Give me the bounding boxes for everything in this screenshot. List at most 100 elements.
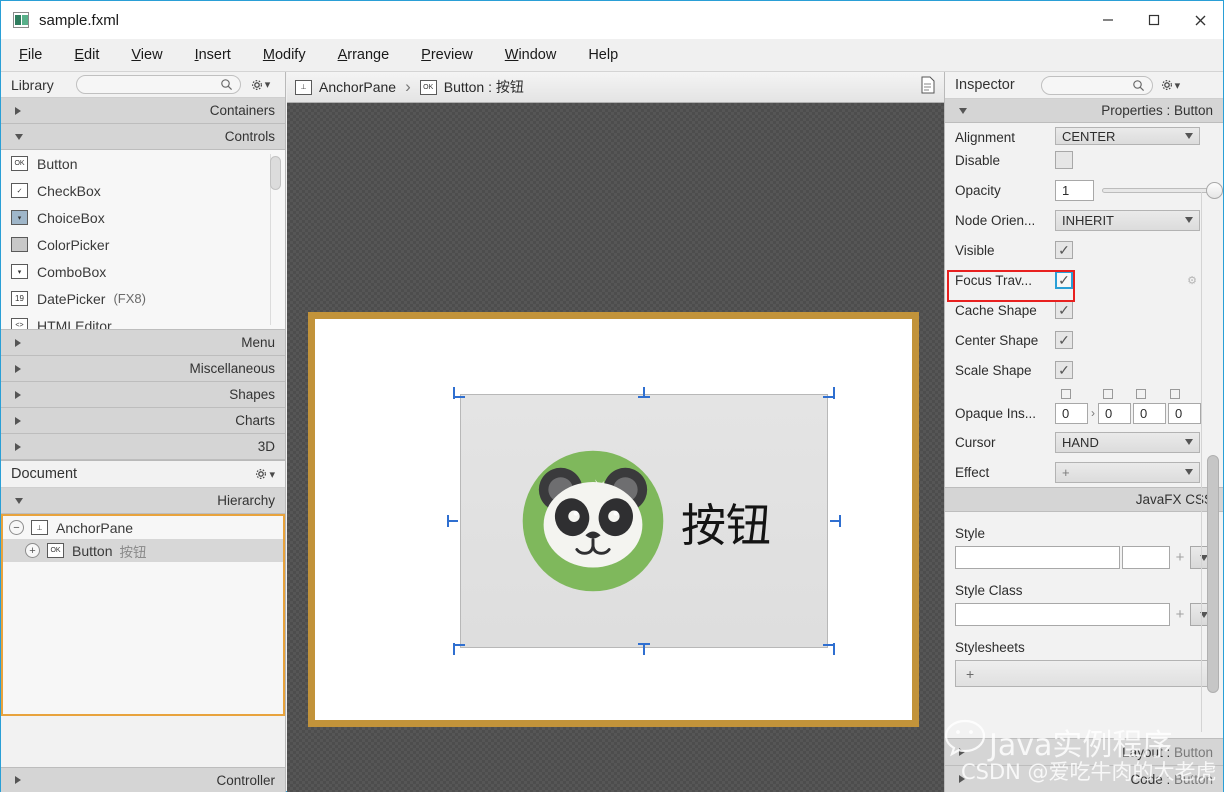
inspector-section-layout[interactable]: Layout : Button <box>945 738 1223 765</box>
close-icon[interactable] <box>1177 1 1223 39</box>
disable-checkbox[interactable] <box>1055 151 1073 169</box>
design-button[interactable]: 按钮 <box>460 394 828 648</box>
anchorpane-root[interactable]: 按钮 <box>308 312 919 727</box>
property-row-cursor: Cursor HAND <box>945 427 1223 457</box>
menu-help[interactable]: Help <box>574 43 632 67</box>
library-search-input[interactable] <box>75 75 241 94</box>
document-section-controller[interactable]: Controller <box>1 767 285 792</box>
library-item-combobox[interactable]: ▾ ComboBox <box>1 258 285 285</box>
opaque-inset-left-input[interactable]: 0 <box>1168 402 1201 424</box>
fxml-file-icon <box>13 12 29 28</box>
tree-row-button[interactable]: + OK Button 按钮 <box>3 539 283 562</box>
opaque-insets-checkboxes <box>945 385 1223 399</box>
inspector-properties-header[interactable]: Properties : Button <box>945 99 1223 123</box>
library-section-3d[interactable]: 3D <box>1 434 285 460</box>
focus-traversable-checkbox[interactable]: ✓ <box>1055 271 1073 289</box>
expand-icon[interactable]: + <box>25 543 40 558</box>
opaque-inset-right-checkbox[interactable] <box>1103 389 1113 399</box>
library-section-menu[interactable]: Menu <box>1 330 285 356</box>
opaque-inset-top-checkbox[interactable] <box>1061 389 1071 399</box>
inspector-search-input[interactable] <box>1040 75 1153 95</box>
library-item-button[interactable]: OK Button <box>1 150 285 177</box>
checkbox-icon: ✓ <box>11 183 28 198</box>
opaque-inset-bottom-input[interactable]: 0 <box>1133 402 1166 424</box>
library-scrollbar-thumb[interactable] <box>270 156 281 190</box>
inspector-scrollbar-thumb[interactable] <box>1207 455 1219 693</box>
breadcrumb-item-button[interactable]: OK Button : 按钮 <box>419 77 524 97</box>
selection-handle-mid-right[interactable] <box>829 515 841 527</box>
menu-modify[interactable]: Modify <box>249 43 320 67</box>
design-button-label: 按钮 <box>680 498 771 552</box>
properties-header-label: Properties : Button <box>1101 103 1213 118</box>
menu-edit[interactable]: Edit <box>60 43 113 67</box>
property-label-alignment: Alignment <box>955 130 1016 145</box>
library-section-shapes[interactable]: Shapes <box>1 382 285 408</box>
scale-shape-checkbox[interactable]: ✓ <box>1055 361 1073 379</box>
selection-handle-top-right[interactable] <box>823 387 835 399</box>
menu-window[interactable]: Window <box>491 43 571 67</box>
library-section-containers[interactable]: Containers <box>1 98 285 124</box>
property-label-effect: Effect <box>955 464 990 480</box>
inspector-section-code[interactable]: Code : Button <box>945 765 1223 792</box>
library-item-colorpicker[interactable]: ColorPicker <box>1 231 285 258</box>
stylesheets-add-button[interactable]: + <box>955 660 1213 687</box>
menu-view[interactable]: View <box>117 43 176 67</box>
property-label-center-shape: Center Shape <box>955 332 1039 348</box>
alignment-combobox[interactable]: CENTER <box>1055 127 1200 145</box>
menu-preview[interactable]: Preview <box>407 43 487 67</box>
document-icon[interactable] <box>920 76 936 99</box>
opacity-input[interactable]: 1 <box>1055 179 1094 201</box>
inspector-gear-icon[interactable]: ▾ <box>1161 79 1180 92</box>
document-section-hierarchy[interactable]: Hierarchy <box>1 488 285 514</box>
opacity-slider[interactable] <box>1101 180 1223 201</box>
chevron-right-icon <box>959 748 965 756</box>
property-row-opaque-insets: Opaque Ins... 0 › 0 0 0 <box>945 399 1223 427</box>
breadcrumb-item-anchorpane[interactable]: ⊥ AnchorPane <box>295 79 396 95</box>
opaque-inset-bottom-checkbox[interactable] <box>1136 389 1146 399</box>
selection-handle-top-center[interactable] <box>638 387 650 399</box>
hierarchy-tree-empty-area <box>3 562 283 714</box>
collapse-icon[interactable]: − <box>9 520 24 535</box>
opaque-inset-top-input[interactable]: 0 <box>1055 402 1088 424</box>
selection-handle-bottom-center[interactable] <box>638 643 650 655</box>
cursor-combobox[interactable]: HAND <box>1055 431 1200 453</box>
style-extra-input[interactable] <box>1122 546 1170 569</box>
design-canvas[interactable]: 按钮 <box>287 103 944 792</box>
tree-row-anchorpane[interactable]: − ⊥ AnchorPane <box>3 516 283 539</box>
center-area: ⊥ AnchorPane › OK Button : 按钮 按钮 <box>287 72 944 792</box>
selection-handle-mid-left[interactable] <box>447 515 459 527</box>
library-item-htmleditor[interactable]: <> HTMLEditor <box>1 312 285 329</box>
style-class-input[interactable] <box>955 603 1170 626</box>
visible-checkbox[interactable]: ✓ <box>1055 241 1073 259</box>
selection-handle-bottom-left[interactable] <box>453 643 465 655</box>
opaque-inset-right-input[interactable]: 0 <box>1098 402 1131 424</box>
menu-arrange[interactable]: Arrange <box>324 43 404 67</box>
minimize-icon[interactable] <box>1085 1 1131 39</box>
library-item-datepicker[interactable]: 19 DatePicker (FX8) <box>1 285 285 312</box>
choicebox-icon: ▾ <box>11 210 28 225</box>
library-section-controls[interactable]: Controls <box>1 124 285 150</box>
effect-combobox[interactable]: + <box>1055 461 1200 483</box>
menu-insert[interactable]: Insert <box>181 43 245 67</box>
library-item-checkbox[interactable]: ✓ CheckBox <box>1 177 285 204</box>
selection-handle-bottom-right[interactable] <box>823 643 835 655</box>
library-gear-icon[interactable]: ▾ <box>251 78 270 91</box>
menu-file[interactable]: File <box>5 43 56 67</box>
library-item-choicebox[interactable]: ▾ ChoiceBox <box>1 204 285 231</box>
style-add-button[interactable]: + <box>1170 549 1190 566</box>
javafx-css-header[interactable]: JavaFX CSS <box>945 487 1223 512</box>
library-section-charts[interactable]: Charts <box>1 408 285 434</box>
inspector-scrollbar-track[interactable] <box>1201 192 1202 732</box>
maximize-icon[interactable] <box>1131 1 1177 39</box>
style-class-add-button[interactable]: + <box>1170 606 1190 623</box>
document-gear-icon[interactable]: ▾ <box>255 468 275 481</box>
library-section-miscellaneous[interactable]: Miscellaneous <box>1 356 285 382</box>
cache-shape-checkbox[interactable]: ✓ <box>1055 301 1073 319</box>
opaque-inset-left-checkbox[interactable] <box>1170 389 1180 399</box>
style-input[interactable] <box>955 546 1120 569</box>
property-label-disable: Disable <box>955 152 1001 168</box>
center-shape-checkbox[interactable]: ✓ <box>1055 331 1073 349</box>
node-orientation-combobox[interactable]: INHERIT <box>1055 209 1200 231</box>
property-revert-icon[interactable]: ⚙ <box>1187 274 1197 287</box>
selection-handle-top-left[interactable] <box>453 387 465 399</box>
